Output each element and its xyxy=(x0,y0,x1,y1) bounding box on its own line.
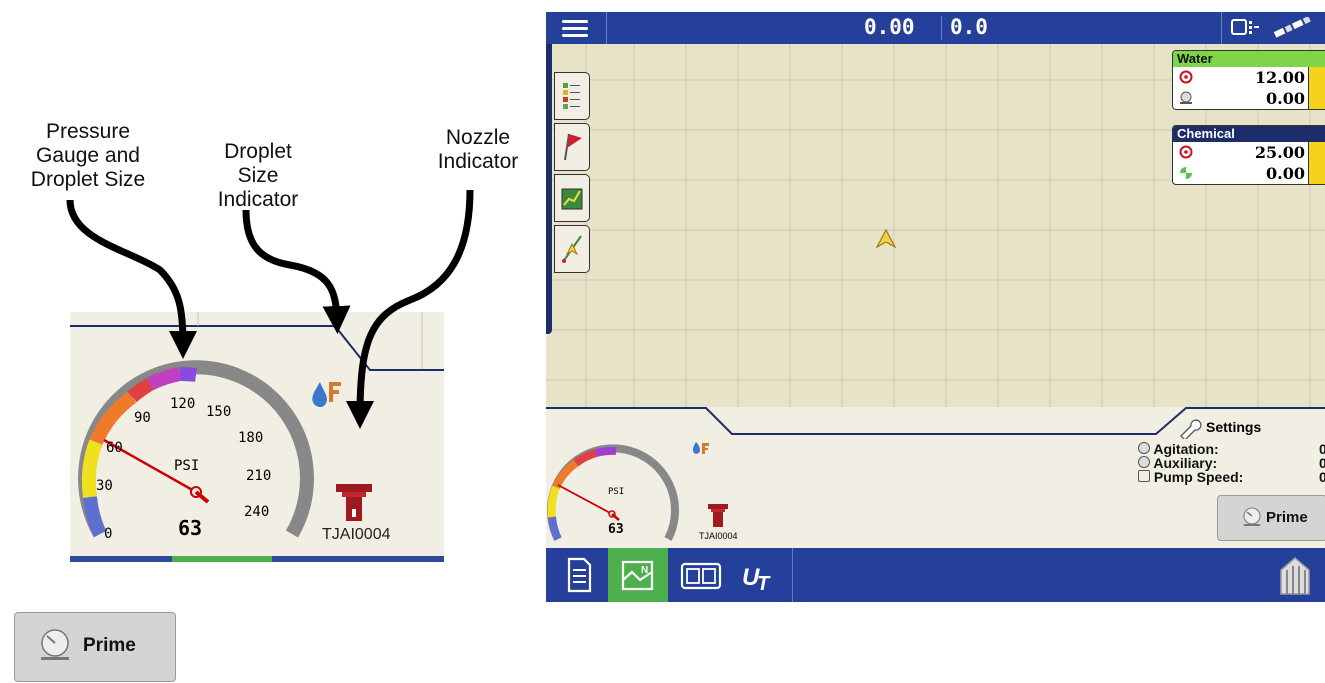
gps-satellite-icon xyxy=(1273,17,1311,38)
heading-readout: 0.0 xyxy=(950,15,988,39)
side-tab-strip xyxy=(546,44,552,334)
prime-button[interactable]: Prime xyxy=(1217,495,1325,541)
split-view-icon xyxy=(680,562,722,590)
pressure-gauge-icon xyxy=(1243,507,1261,526)
bottom-nav-bar: N U T xyxy=(546,548,1325,602)
nav-split-view-button[interactable] xyxy=(672,548,730,602)
ut-icon: U T xyxy=(742,564,771,595)
pump-speed-label: Pump Speed: xyxy=(1153,469,1244,485)
nozzle-icon xyxy=(708,504,728,527)
wrench-icon xyxy=(1180,419,1202,439)
side-tab-guidance[interactable] xyxy=(554,225,590,273)
map-view-icon: N xyxy=(621,560,654,591)
product-panel-water[interactable]: Water 12.00 0.00 xyxy=(1172,50,1325,110)
pump-icon xyxy=(1138,470,1150,482)
gauge-unit: PSI xyxy=(608,487,625,497)
display-screen: 0.00 0.0 Water 12.00 0.00 Chemical 25.00… xyxy=(546,12,1325,602)
product-header-water: Water xyxy=(1173,51,1325,67)
chart-icon xyxy=(561,188,583,210)
top-status-bar: 0.00 0.0 xyxy=(546,12,1325,44)
layers-legend-icon xyxy=(563,83,580,109)
pump-speed-row: Pump Speed: xyxy=(1138,469,1243,485)
pressure-gauge-icon xyxy=(1138,456,1150,468)
document-icon xyxy=(567,557,592,593)
product-panel-chemical[interactable]: Chemical 25.00 0.00 xyxy=(1172,125,1325,185)
side-tab-layers[interactable] xyxy=(554,72,590,120)
rate-bar-chemical xyxy=(1308,142,1325,184)
product-header-chemical: Chemical xyxy=(1173,126,1325,142)
settings-tab[interactable]: Settings xyxy=(1176,417,1325,439)
rate-bar-water xyxy=(1308,67,1325,109)
droplet-size-icon xyxy=(692,442,709,454)
sprayer-status-panel: PSI 63 TJAI0004 Settings Agitation: 0 Au… xyxy=(546,407,1325,548)
pressure-gauge-icon xyxy=(1138,442,1150,454)
navbar-divider xyxy=(792,548,793,602)
target-rate-row: 12.00 xyxy=(1173,67,1325,88)
prime-button-large[interactable]: Prime xyxy=(14,612,176,682)
menu-button[interactable] xyxy=(546,12,606,44)
actual-rate-value: 0.00 xyxy=(1266,89,1305,108)
guidance-icon xyxy=(562,235,582,263)
topbar-divider xyxy=(941,16,942,40)
pressure-gauge-icon xyxy=(1180,91,1192,104)
side-tab-charts[interactable] xyxy=(554,174,590,222)
display-toggle-icon xyxy=(1231,19,1259,35)
coverage-icon xyxy=(1180,167,1192,179)
speed-readout: 0.00 xyxy=(864,15,915,39)
nav-document-button[interactable] xyxy=(550,548,608,602)
actual-rate-row: 0.00 xyxy=(1173,163,1325,184)
target-rate-icon xyxy=(1179,70,1193,84)
nav-map-button[interactable]: N xyxy=(608,548,668,602)
svg-text:N: N xyxy=(641,565,648,576)
svg-text:T: T xyxy=(757,573,771,595)
status-icons[interactable] xyxy=(1230,17,1320,39)
pressure-gauge-icon xyxy=(41,629,69,660)
home-icon xyxy=(1280,557,1310,595)
nav-ut-button[interactable]: U T xyxy=(732,548,790,602)
target-rate-icon xyxy=(1179,145,1193,159)
settings-label: Settings xyxy=(1206,419,1262,435)
gauge-value: 63 xyxy=(608,522,624,537)
actual-rate-row: 0.00 xyxy=(1173,88,1325,109)
actual-rate-value: 0.00 xyxy=(1266,164,1305,183)
flag-icon xyxy=(564,133,582,161)
prime-label: Prime xyxy=(1266,509,1308,526)
menu-icon xyxy=(562,20,588,37)
target-rate-value: 12.00 xyxy=(1254,68,1305,87)
nav-home-button[interactable] xyxy=(1267,548,1325,602)
target-rate-value: 25.00 xyxy=(1254,143,1305,162)
side-tab-flags[interactable] xyxy=(554,123,590,171)
pump-speed-value: 0 xyxy=(1319,469,1325,485)
target-rate-row: 25.00 xyxy=(1173,142,1325,163)
pressure-gauge xyxy=(547,444,679,541)
nozzle-label: TJAI0004 xyxy=(699,531,738,541)
prime-button-label: Prime xyxy=(83,635,136,656)
topbar-divider xyxy=(606,12,607,44)
topbar-divider xyxy=(1221,12,1222,44)
